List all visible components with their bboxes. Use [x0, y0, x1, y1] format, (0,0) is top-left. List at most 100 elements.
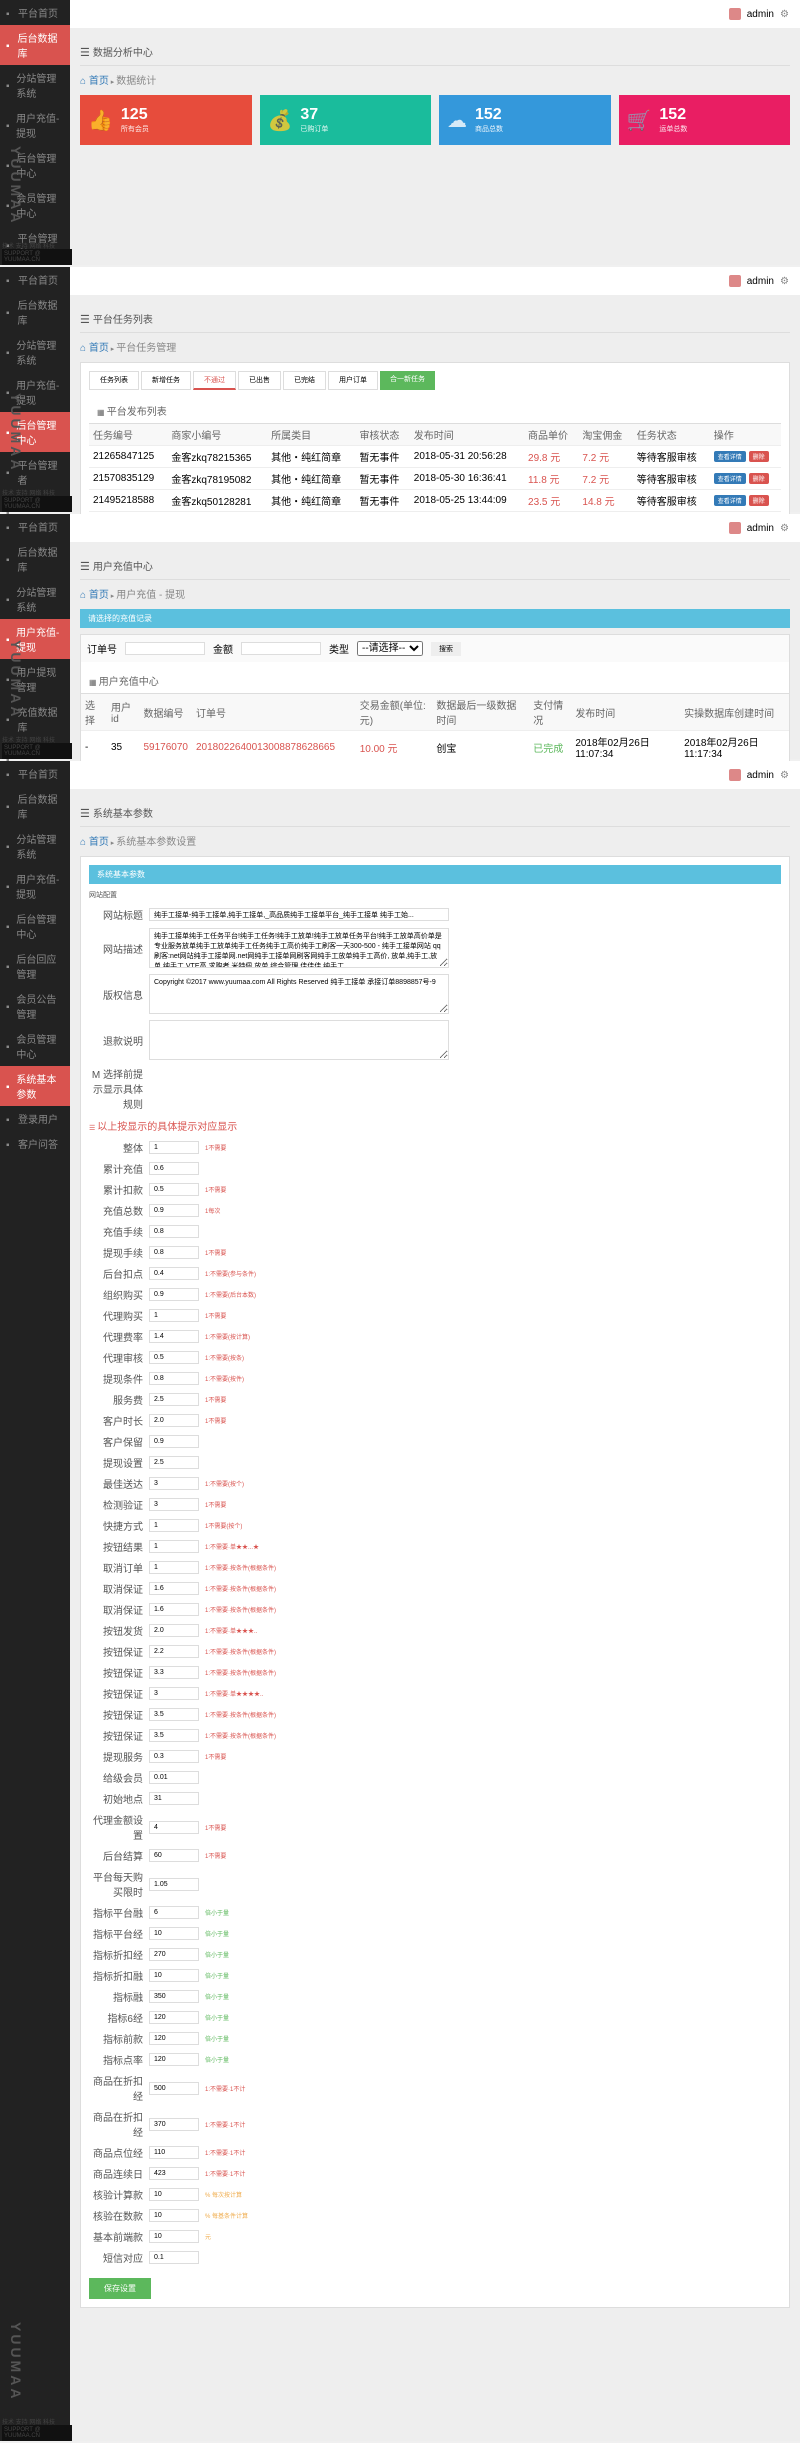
search-button[interactable]: 搜索	[431, 642, 461, 656]
sidebar-item[interactable]: ▪分站管理系统	[0, 826, 70, 866]
amount-input[interactable]	[241, 642, 321, 655]
sidebar-item[interactable]: ▪后台数据库	[0, 786, 70, 826]
param-input[interactable]	[149, 1477, 199, 1490]
param-input[interactable]	[149, 1393, 199, 1406]
tab[interactable]: 合一新任务	[380, 371, 435, 390]
param-input[interactable]	[149, 1351, 199, 1364]
param-input[interactable]	[149, 1708, 199, 1721]
refund-input[interactable]	[149, 1020, 449, 1060]
param-input[interactable]	[149, 1204, 199, 1217]
stat-card[interactable]: ☁152商品总数	[439, 95, 611, 145]
param-input[interactable]	[149, 1750, 199, 1763]
param-input[interactable]	[149, 1456, 199, 1469]
stat-card[interactable]: 🛒152运单总数	[619, 95, 791, 145]
param-input[interactable]	[149, 2118, 199, 2131]
param-input[interactable]	[149, 1246, 199, 1259]
param-input[interactable]	[149, 1162, 199, 1175]
avatar[interactable]	[729, 769, 741, 781]
sidebar-item[interactable]: ▪会员公告管理	[0, 986, 70, 1026]
param-input[interactable]	[149, 1849, 199, 1862]
username[interactable]: admin	[747, 523, 774, 534]
sidebar-item[interactable]: ▪客户问答	[0, 1131, 70, 1156]
sidebar-item[interactable]: ▪平台首页	[0, 761, 70, 786]
param-input[interactable]	[149, 1990, 199, 2003]
view-button[interactable]: 查看详情	[714, 495, 746, 506]
param-input[interactable]	[149, 1792, 199, 1805]
avatar[interactable]	[729, 8, 741, 20]
avatar[interactable]	[729, 522, 741, 534]
tab[interactable]: 用户订单	[328, 371, 378, 390]
username[interactable]: admin	[747, 276, 774, 287]
param-input[interactable]	[149, 1435, 199, 1448]
sidebar-item[interactable]: ▪分站管理系统	[0, 579, 70, 619]
breadcrumb-home[interactable]: ⌂ 首页	[80, 837, 109, 848]
sidebar-item[interactable]: ▪会员管理中心	[0, 1026, 70, 1066]
tab[interactable]: 不通过	[193, 371, 236, 390]
sidebar-item[interactable]: ▪平台首页	[0, 0, 70, 25]
param-input[interactable]	[149, 1969, 199, 1982]
param-input[interactable]	[149, 1372, 199, 1385]
param-input[interactable]	[149, 1519, 199, 1532]
username[interactable]: admin	[747, 770, 774, 781]
sidebar-item[interactable]: ▪后台管理中心	[0, 906, 70, 946]
delete-button[interactable]: 删除	[749, 451, 769, 462]
sidebar-item[interactable]: ▪平台首页	[0, 267, 70, 292]
breadcrumb-home[interactable]: ⌂ 首页	[80, 343, 109, 354]
param-input[interactable]	[149, 2032, 199, 2045]
param-input[interactable]	[149, 1267, 199, 1280]
sidebar-item[interactable]: ▪分站管理系统	[0, 332, 70, 372]
tab[interactable]: 任务列表	[89, 371, 139, 390]
breadcrumb-home[interactable]: ⌂ 首页	[80, 76, 109, 87]
param-input[interactable]	[149, 1771, 199, 1784]
param-input[interactable]	[149, 1288, 199, 1301]
tab[interactable]: 新增任务	[141, 371, 191, 390]
sidebar-item[interactable]: ▪登录用户	[0, 1106, 70, 1131]
param-input[interactable]	[149, 1225, 199, 1238]
param-input[interactable]	[149, 2188, 199, 2201]
gear-icon[interactable]: ⚙	[780, 276, 790, 286]
param-input[interactable]	[149, 1948, 199, 1961]
tab[interactable]: 已完结	[283, 371, 326, 390]
view-button[interactable]: 查看详情	[714, 451, 746, 462]
param-input[interactable]	[149, 2011, 199, 2024]
username[interactable]: admin	[747, 9, 774, 20]
param-input[interactable]	[149, 2167, 199, 2180]
param-input[interactable]	[149, 1183, 199, 1196]
param-input[interactable]	[149, 1498, 199, 1511]
stat-card[interactable]: 👍125所有会员	[80, 95, 252, 145]
param-input[interactable]	[149, 1906, 199, 1919]
param-input[interactable]	[149, 2053, 199, 2066]
site-name-input[interactable]	[149, 908, 449, 921]
breadcrumb-home[interactable]: ⌂ 首页	[80, 590, 109, 601]
avatar[interactable]	[729, 275, 741, 287]
param-input[interactable]	[149, 1330, 199, 1343]
param-input[interactable]	[149, 1821, 199, 1834]
param-input[interactable]	[149, 1561, 199, 1574]
sms-input[interactable]	[149, 2251, 199, 2264]
order-input[interactable]	[125, 642, 205, 655]
sidebar-item[interactable]: ▪后台数据库	[0, 25, 70, 65]
sidebar-item[interactable]: ▪用户充值-提现	[0, 866, 70, 906]
param-input[interactable]	[149, 1666, 199, 1679]
type-select[interactable]: --请选择--	[357, 641, 423, 656]
param-input[interactable]	[149, 1582, 199, 1595]
stat-card[interactable]: 💰37已购订单	[260, 95, 432, 145]
param-input[interactable]	[149, 1927, 199, 1940]
sidebar-item[interactable]: ▪用户充值-提现	[0, 105, 70, 145]
sidebar-item[interactable]: ▪后台回应管理	[0, 946, 70, 986]
site-desc-input[interactable]: 纯手工接单纯手工任务平台!纯手工任务!纯手工放单!纯手工放单任务平台!纯手工放单…	[149, 928, 449, 968]
param-input[interactable]	[149, 1645, 199, 1658]
param-input[interactable]	[149, 1414, 199, 1427]
param-input[interactable]	[149, 2209, 199, 2222]
param-input[interactable]	[149, 1540, 199, 1553]
param-input[interactable]	[149, 2082, 199, 2095]
param-input[interactable]	[149, 2230, 199, 2243]
param-input[interactable]	[149, 1878, 199, 1891]
tab[interactable]: 已出售	[238, 371, 281, 390]
delete-button[interactable]: 删除	[749, 495, 769, 506]
param-input[interactable]	[149, 2146, 199, 2159]
param-input[interactable]	[149, 1624, 199, 1637]
delete-button[interactable]: 删除	[749, 473, 769, 484]
copyright-input[interactable]: Copyright ©2017 www.yuumaa.com All Right…	[149, 974, 449, 1014]
param-input[interactable]	[149, 1729, 199, 1742]
